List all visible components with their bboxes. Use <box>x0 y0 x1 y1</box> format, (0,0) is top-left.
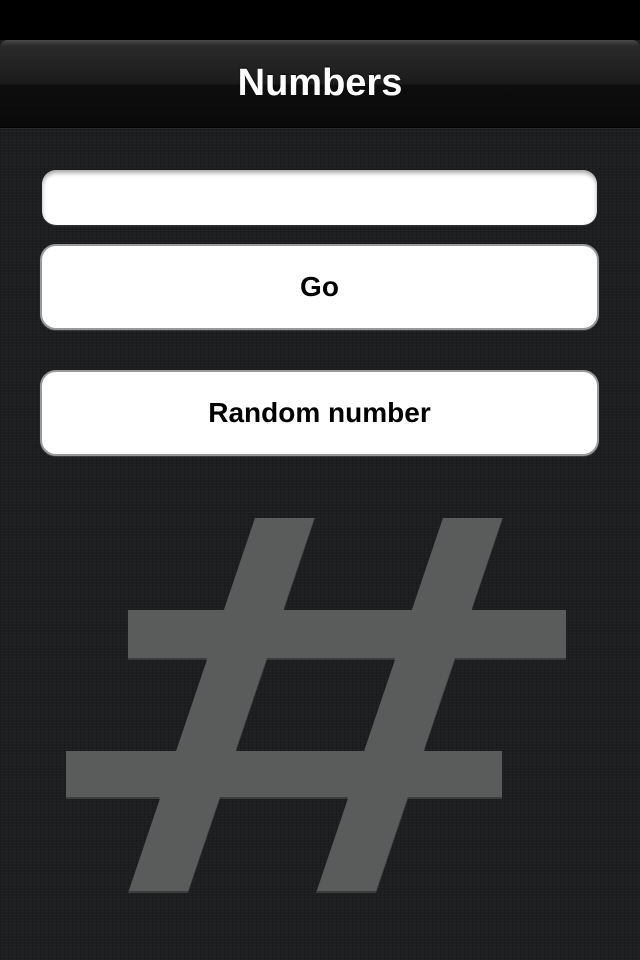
app-screen: Numbers Go Random number <box>0 0 640 960</box>
random-number-button[interactable]: Random number <box>40 370 599 456</box>
hash-bar-top <box>128 610 566 660</box>
hash-stroke-left <box>128 518 315 893</box>
hash-icon <box>66 518 566 893</box>
number-input[interactable] <box>42 170 597 225</box>
hash-stroke-right <box>316 518 503 893</box>
navigation-bar: Numbers <box>0 40 640 128</box>
status-bar <box>0 0 640 40</box>
page-title: Numbers <box>237 62 403 104</box>
hash-bar-bottom <box>66 751 502 799</box>
go-button[interactable]: Go <box>40 244 599 330</box>
